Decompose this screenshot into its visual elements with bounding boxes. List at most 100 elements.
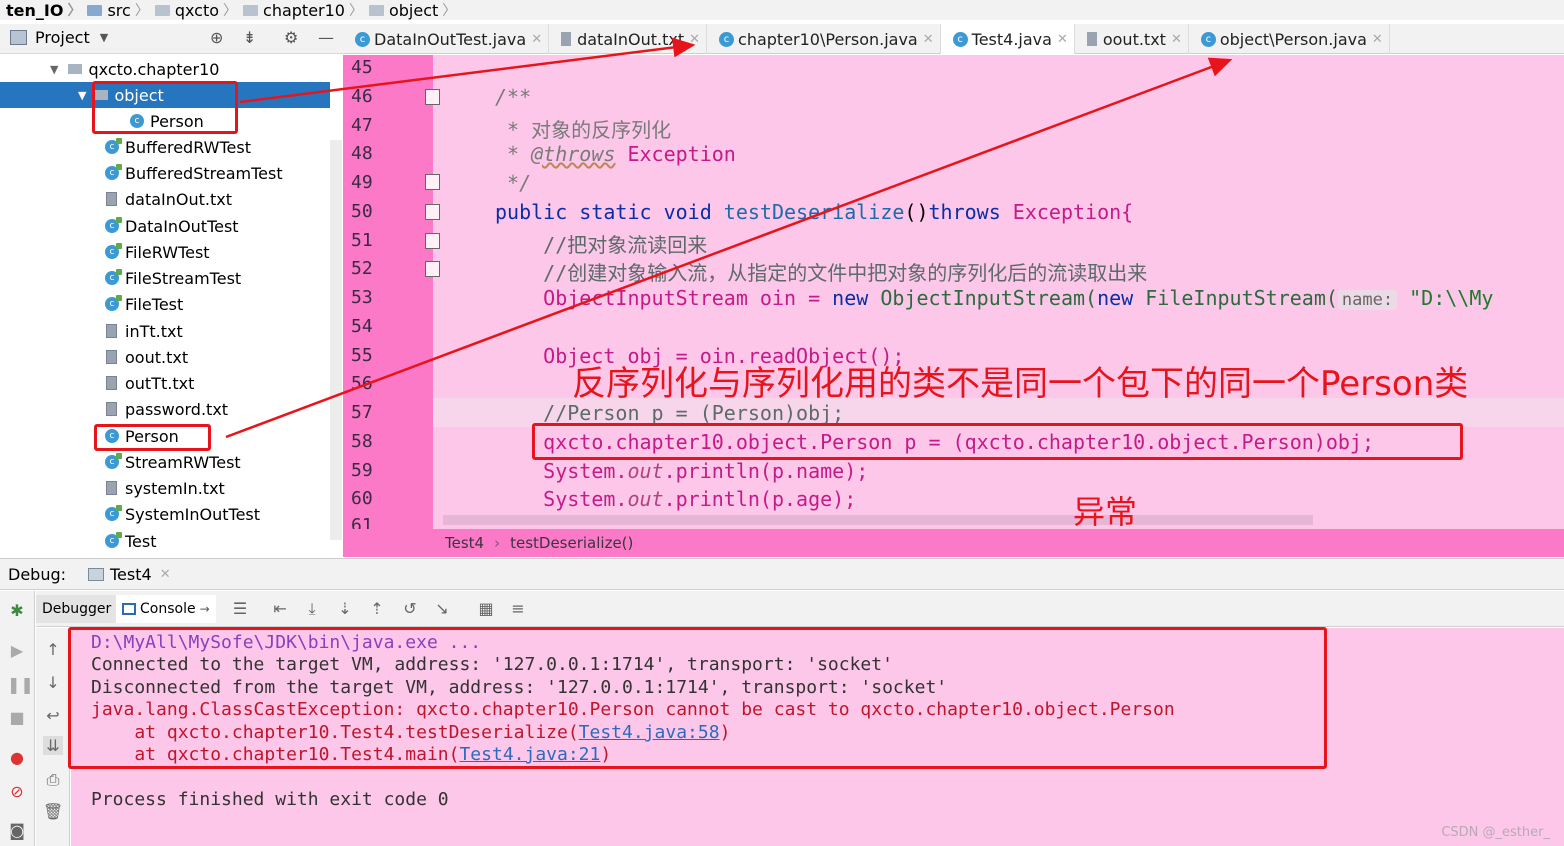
tree-item-label: FileStreamTest [125,268,242,288]
tree-item[interactable]: c FileRWTest [0,239,330,265]
tree-item-chapter10-person[interactable]: c Person [0,423,330,449]
tree-item[interactable]: c BufferedStreamTest [0,160,330,186]
camera-icon[interactable]: ◙ [7,821,27,840]
runnable-class-icon: c [105,217,122,233]
tree-item-object-package[interactable]: ▼ object [0,82,330,108]
line-number: 61 [351,515,373,529]
tree-item[interactable]: inTt.txt [0,318,330,344]
close-icon[interactable]: ✕ [1057,32,1068,47]
fold-marker-icon[interactable] [425,261,440,277]
close-icon[interactable]: ✕ [923,32,934,47]
package-icon [68,64,83,74]
tree-item[interactable]: c StreamRWTest [0,449,330,475]
tree-item[interactable]: c FileStreamTest [0,265,330,291]
line-number: 58 [351,431,373,452]
tab-label: dataInOut.txt [577,29,685,49]
print-icon[interactable]: ⎙ [43,770,63,790]
console-line: Disconnected from the target VM, address… [91,677,948,698]
tree-item[interactable]: systemIn.txt [0,475,330,501]
breadcrumb-class[interactable]: Test4 [445,534,484,552]
text-file-icon [106,481,117,495]
tab-object-person[interactable]: c object\Person.java ✕ [1189,24,1390,54]
class-icon: c [105,429,119,443]
tab-test4[interactable]: c Test4.java ✕ [940,24,1075,54]
locate-icon[interactable]: ⊕ [210,28,223,47]
collapse-all-icon[interactable]: ⇟ [243,28,256,47]
arrow-up-icon[interactable]: ↑ [43,640,63,659]
show-execution-point-icon[interactable]: ⇤ [270,599,290,618]
tree-item-object-person[interactable]: c Person [0,108,330,134]
bug-icon[interactable]: ✱ [7,601,27,620]
tree-item-label: StreamRWTest [125,452,241,472]
pin-icon: → [199,602,210,616]
tab-oout-txt[interactable]: oout.txt ✕ [1075,24,1189,54]
hide-panel-icon[interactable]: — [318,28,334,47]
line-number: 59 [351,460,373,481]
breadcrumb-method[interactable]: testDeserialize() [510,534,633,552]
chevron-right-icon: 〉 [67,3,82,19]
tree-item[interactable]: c FileTest [0,291,330,317]
fold-marker-icon[interactable] [425,204,440,220]
code-editor[interactable]: 45 46 47 48 49 50 51 52 53 54 55 56 57 5… [343,55,1564,529]
tree-item[interactable]: dataInOut.txt [0,186,330,212]
step-out-icon[interactable]: ⇡ [367,599,387,618]
breadcrumb-chapter10[interactable]: chapter10 〉 [241,0,367,20]
arrow-down-icon[interactable]: ↓ [43,673,63,692]
tree-item-label: systemIn.txt [125,478,225,498]
tree-item[interactable]: c Test [0,528,330,554]
line-number: 60 [351,488,373,509]
project-view-selector[interactable]: Project ▼ [10,28,108,47]
menu-icon[interactable]: ☰ [230,599,250,618]
folder-icon [243,4,259,16]
stack-trace-link[interactable]: Test4.java:21 [459,744,600,765]
tab-debugger[interactable]: Debugger [36,595,118,623]
gear-icon[interactable]: ⚙ [284,28,298,47]
tab-console[interactable]: Console → [116,595,216,623]
scroll-to-end-icon[interactable]: ⇊ [43,736,63,755]
close-icon[interactable]: ✕ [689,32,700,47]
fold-marker-icon[interactable] [425,174,440,190]
trace-icon[interactable]: ≡ [508,599,528,618]
editor-horizontal-scrollbar[interactable] [443,515,1313,525]
breadcrumb-qxcto[interactable]: qxcto 〉 [153,0,241,20]
mute-breakpoints-icon[interactable]: ⊘ [7,782,27,801]
close-icon[interactable]: ✕ [1372,32,1383,47]
tab-datainout-txt[interactable]: dataInOut.txt ✕ [549,24,708,54]
tree-item[interactable]: c DataInOutTest [0,213,330,239]
fold-marker-icon[interactable] [425,233,440,249]
breadcrumb-label: ten_IO [6,0,64,20]
step-over-icon[interactable]: ⤓ [302,599,322,619]
tree-item[interactable]: oout.txt [0,344,330,370]
soft-wrap-icon[interactable]: ↩ [43,706,63,725]
tree-scrollbar[interactable] [330,140,342,540]
fold-marker-icon[interactable] [425,89,440,105]
debug-session-tab[interactable]: Test4 ✕ [88,565,171,584]
stack-trace-link[interactable]: Test4.java:58 [579,722,720,743]
tree-item-root[interactable]: ▼ qxcto.chapter10 [0,56,330,82]
trash-icon[interactable]: 🗑 [43,802,63,821]
close-icon[interactable]: ✕ [531,32,542,47]
breadcrumb-project[interactable]: ten_IO 〉 [0,0,85,20]
tab-chapter10-person[interactable]: c chapter10\Person.java ✕ [707,24,941,54]
step-into-icon[interactable]: ⇣ [335,599,355,618]
close-icon[interactable]: ✕ [1171,32,1182,47]
tab-datainouttest[interactable]: c DataInOutTest.java ✕ [343,24,550,54]
debug-panel-header: Debug: Test4 ✕ [0,558,1564,590]
pause-icon[interactable]: ❚❚ [7,675,34,694]
resume-icon[interactable]: ▶ [7,641,27,660]
breadcrumb-object[interactable]: object 〉 [367,0,460,20]
run-to-cursor-icon[interactable]: ↘ [432,599,452,618]
stop-icon[interactable]: ■ [7,708,27,727]
close-icon[interactable]: ✕ [160,567,171,582]
evaluate-icon[interactable]: ▦ [476,599,496,618]
tree-item[interactable]: c BufferedRWTest [0,134,330,160]
tree-item[interactable]: c SystemInOutTest [0,501,330,527]
breadcrumb-src[interactable]: src 〉 [85,0,152,20]
tree-item[interactable]: password.txt [0,396,330,422]
tree-item[interactable]: outTt.txt [0,370,330,396]
console-output[interactable]: D:\MyAll\MySofe\JDK\bin\java.exe ... Con… [71,628,1564,846]
breadcrumb-label: object [388,0,439,20]
text-file-icon [106,376,117,390]
view-breakpoints-icon[interactable]: ● [7,748,27,767]
drop-frame-icon[interactable]: ↺ [400,599,420,618]
